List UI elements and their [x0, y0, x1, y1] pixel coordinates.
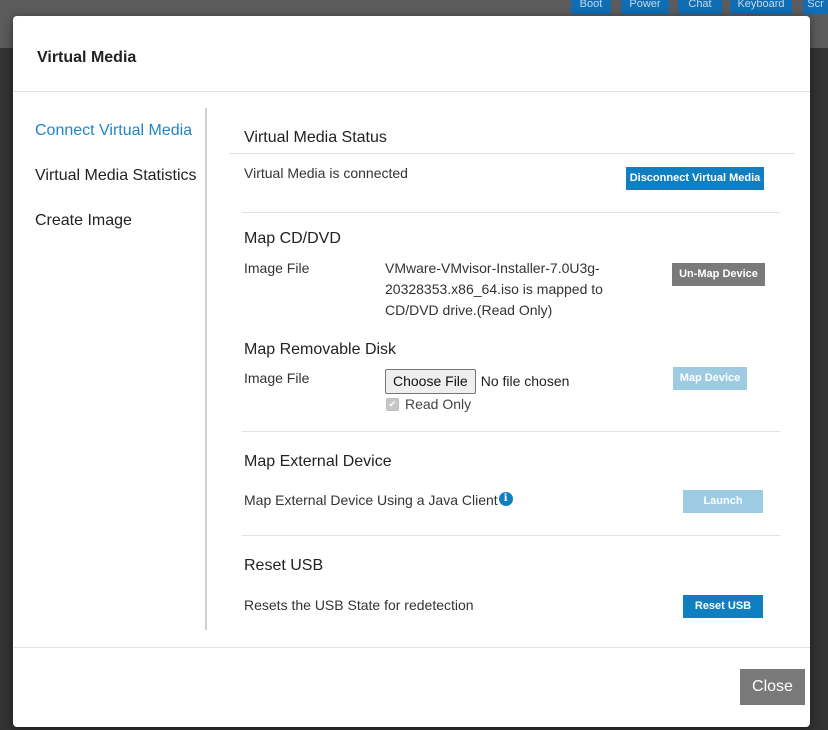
dialog-header: Virtual Media — [13, 16, 810, 92]
read-only-checkbox[interactable]: ✔ — [386, 397, 399, 411]
side-nav — [13, 108, 207, 630]
cd-dvd-image-file-label: Image File — [244, 260, 310, 276]
section-divider — [242, 212, 780, 213]
dialog-title: Virtual Media — [37, 49, 137, 66]
reset-usb-button[interactable]: Reset USB — [683, 595, 763, 618]
info-icon[interactable]: i — [498, 492, 513, 506]
bg-screen-button: Scr — [803, 0, 828, 14]
removable-file-picker: Choose File No file chosen — [385, 368, 569, 394]
section-divider — [242, 431, 780, 432]
no-file-chosen-text: No file chosen — [480, 373, 570, 389]
removable-disk-section-title: Map Removable Disk — [244, 341, 397, 358]
bg-chat-button: Chat — [678, 0, 722, 14]
nav-virtual-media-statistics[interactable]: Virtual Media Statistics — [35, 167, 197, 185]
removable-image-file-label: Image File — [244, 370, 310, 386]
map-device-button[interactable]: Map Device — [673, 367, 747, 390]
disconnect-virtual-media-button[interactable]: Disconnect Virtual Media — [626, 167, 764, 190]
unmap-device-button[interactable]: Un-Map Device — [672, 263, 765, 286]
external-device-text: Map External Device Using a Java Client — [244, 492, 498, 508]
status-title-divider — [229, 153, 795, 154]
read-only-option: ✔ Read Only — [386, 396, 471, 412]
close-button[interactable]: Close — [740, 669, 805, 705]
nav-create-image[interactable]: Create Image — [35, 212, 132, 230]
section-divider — [242, 535, 780, 536]
external-device-text-row: Map External Device Using a Java Client i — [244, 492, 513, 508]
status-text: Virtual Media is connected — [244, 165, 408, 181]
launch-button[interactable]: Launch — [683, 490, 763, 513]
choose-file-button[interactable]: Choose File — [385, 368, 476, 394]
cd-dvd-file-status-line: CD/DVD drive.(Read Only) — [385, 302, 553, 318]
cd-dvd-section-title: Map CD/DVD — [244, 230, 341, 247]
virtual-media-dialog: Virtual Media Connect Virtual Media Virt… — [13, 16, 810, 727]
bg-boot-button: Boot — [571, 0, 611, 14]
cd-dvd-file-status-line: VMware-VMvisor-Installer-7.0U3g- — [385, 260, 600, 276]
reset-usb-section-title: Reset USB — [244, 557, 324, 574]
nav-connect-virtual-media[interactable]: Connect Virtual Media — [35, 122, 192, 140]
bg-keyboard-button: Keyboard — [730, 0, 792, 14]
status-section-title: Virtual Media Status — [244, 129, 387, 146]
external-device-section-title: Map External Device — [244, 453, 392, 470]
reset-usb-text: Resets the USB State for redetection — [244, 597, 474, 613]
bg-power-button: Power — [621, 0, 669, 14]
read-only-label: Read Only — [405, 396, 472, 412]
dialog-footer-divider — [13, 647, 810, 648]
cd-dvd-file-status-line: 20328353.x86_64.iso is mapped to — [385, 281, 603, 297]
